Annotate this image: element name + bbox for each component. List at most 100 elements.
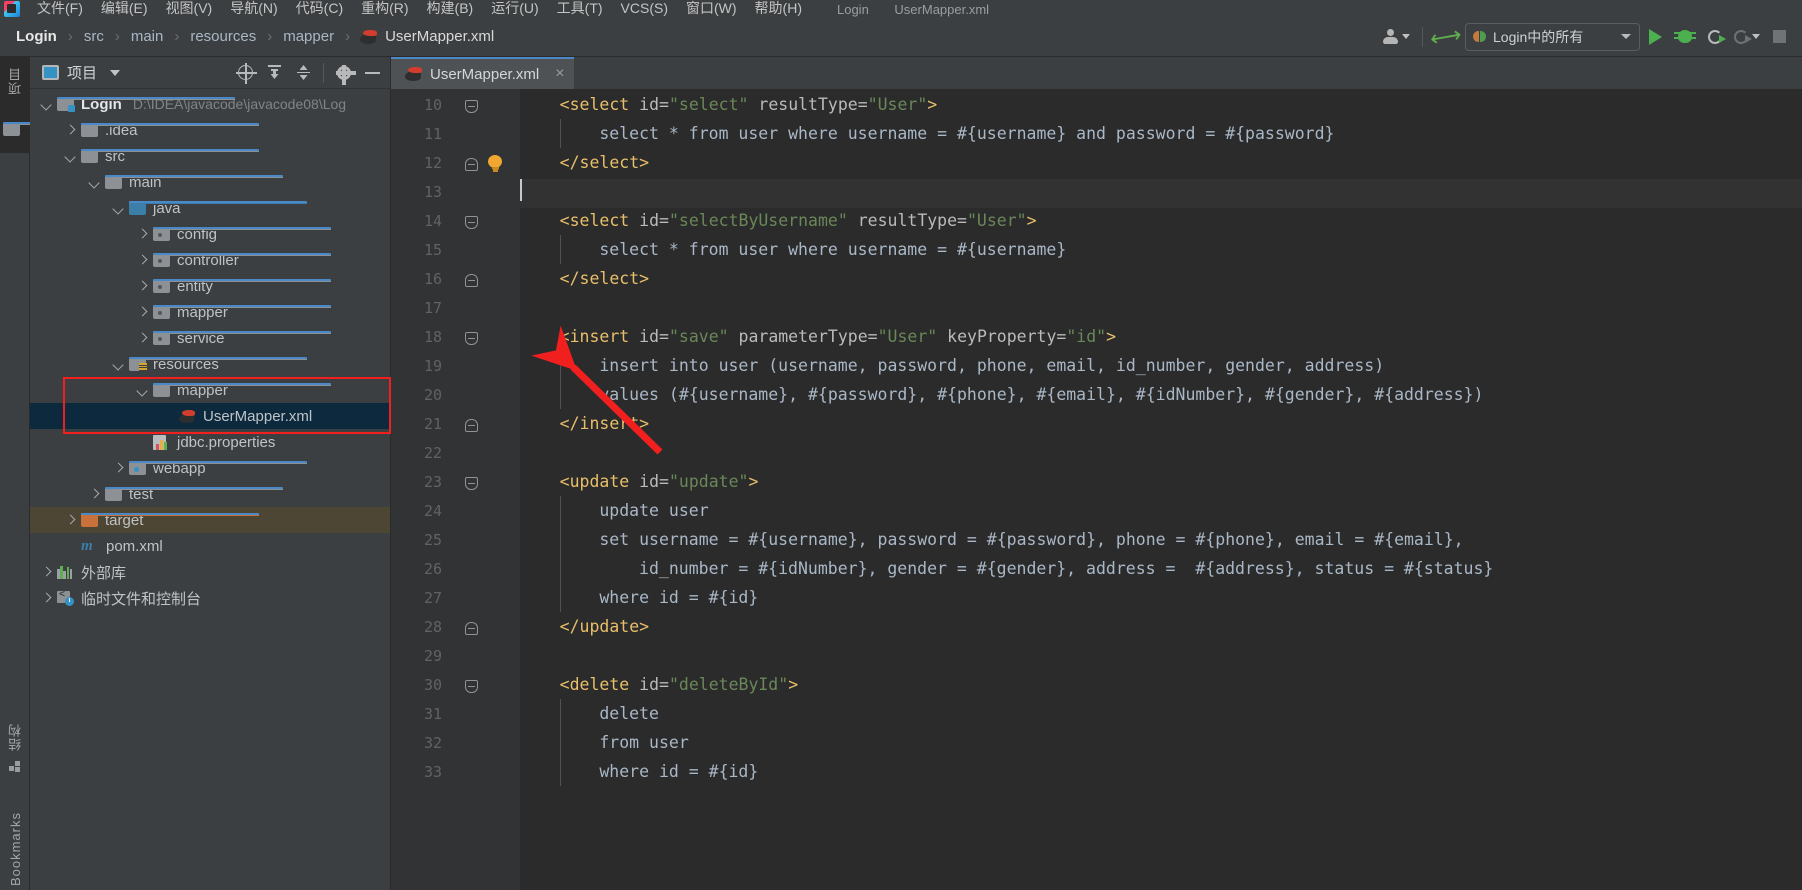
folder-icon xyxy=(105,487,283,501)
code-fold-bot-icon[interactable] xyxy=(465,419,478,432)
menu-item-11[interactable]: 帮助(H) xyxy=(746,0,811,17)
tree-node-pom-xml[interactable]: m pom.xml xyxy=(30,533,390,559)
tree-node-config[interactable]: config xyxy=(30,221,390,247)
chevron-down-icon[interactable] xyxy=(112,358,125,371)
tree-node-test[interactable]: test xyxy=(30,481,390,507)
tree-node-main[interactable]: main xyxy=(30,169,390,195)
code-fold-top-icon[interactable] xyxy=(465,477,478,490)
code-fold-top-icon[interactable] xyxy=(465,680,478,693)
tree-node-mapper[interactable]: mapper xyxy=(30,299,390,325)
sidebar-item-bookmarks[interactable]: Bookmarks xyxy=(0,812,30,886)
code-line: update user xyxy=(599,501,709,520)
breadcrumb-item-resources[interactable]: resources xyxy=(188,28,258,45)
tree-node-webapp[interactable]: webapp xyxy=(30,455,390,481)
build-project-button[interactable]: ⟷ xyxy=(1428,21,1463,52)
run-with-coverage-button[interactable] xyxy=(1700,22,1730,52)
chevron-right-icon[interactable] xyxy=(136,306,149,319)
editor-gutter[interactable]: 10 11 12 13 14 15 16 17 18 19 20 21 22 23 24 25 26 27 28 29… xyxy=(391,89,520,890)
menu-item-4[interactable]: 代码(C) xyxy=(287,0,352,17)
chevron-right-icon[interactable] xyxy=(136,228,149,241)
menu-item-7[interactable]: 运行(U) xyxy=(482,0,547,17)
chevron-right-icon[interactable] xyxy=(40,566,53,579)
project-tree[interactable]: Login D:\IDEA\javacode\javacode08\Log .ide… xyxy=(30,89,390,611)
breadcrumb-item-file[interactable]: UserMapper.xml xyxy=(385,28,494,45)
code-fold-top-icon[interactable] xyxy=(465,216,478,229)
breadcrumb-separator: › xyxy=(114,28,120,45)
menu-item-8[interactable]: 工具(T) xyxy=(548,0,612,17)
tree-node-jdbc-properties[interactable]: jdbc.properties xyxy=(30,429,390,455)
tree-node-login[interactable]: Login D:\IDEA\javacode\javacode08\Log xyxy=(30,91,390,117)
tree-node-java[interactable]: java xyxy=(30,195,390,221)
debug-button[interactable] xyxy=(1670,22,1700,52)
tree-node--[interactable]: 临时文件和控制台 xyxy=(30,585,390,611)
tree-node-usermapper-xml[interactable]: UserMapper.xml xyxy=(30,403,390,429)
menu-item-6[interactable]: 构建(B) xyxy=(418,0,483,17)
editor-code[interactable]: <select id="select" resultType="User"> se… xyxy=(520,89,1802,890)
sidebar-item-structure[interactable]: 结构 xyxy=(6,723,25,754)
code-line: from user xyxy=(599,733,689,752)
chevron-right-icon[interactable] xyxy=(136,332,149,345)
expand-all-button[interactable] xyxy=(261,60,288,86)
line-number: 11 xyxy=(423,125,442,143)
chevron-down-icon[interactable] xyxy=(110,69,121,76)
chevron-down-icon[interactable] xyxy=(88,176,101,189)
menu-item-5[interactable]: 重构(R) xyxy=(352,0,417,17)
menu-item-1[interactable]: 编辑(E) xyxy=(92,0,157,17)
chevron-right-icon[interactable] xyxy=(136,254,149,267)
menu-item-9[interactable]: VCS(S) xyxy=(612,0,677,17)
chevron-right-icon[interactable] xyxy=(40,592,53,605)
chevron-right-icon[interactable] xyxy=(88,488,101,501)
breadcrumb-item-mapper[interactable]: mapper xyxy=(281,28,336,45)
code-editor[interactable]: 10 11 12 13 14 15 16 17 18 19 20 21 22 23 24 25 26 27 28 29… xyxy=(391,89,1802,890)
code-fold-bot-icon[interactable] xyxy=(465,274,478,287)
tree-node-service[interactable]: service xyxy=(30,325,390,351)
run-configuration-selector[interactable]: Login中的所有 xyxy=(1465,22,1640,51)
hide-panel-button[interactable] xyxy=(359,60,386,86)
project-icon xyxy=(42,65,59,80)
chevron-right-icon[interactable] xyxy=(136,280,149,293)
select-opened-file-button[interactable] xyxy=(232,60,259,86)
navigation-bar: Login › src › main › resources › mapper … xyxy=(0,17,1802,57)
breadcrumb-item-src[interactable]: src xyxy=(82,28,106,45)
menu-item-0[interactable]: 文件(F) xyxy=(28,0,92,17)
code-fold-top-icon[interactable] xyxy=(465,100,478,113)
menu-item-10[interactable]: 窗口(W) xyxy=(677,0,746,17)
sidebar-item-files[interactable] xyxy=(0,113,181,145)
chevron-down-icon[interactable] xyxy=(64,150,77,163)
tree-node-entity[interactable]: entity xyxy=(30,273,390,299)
chevron-down-icon[interactable] xyxy=(136,384,149,397)
line-number: 29 xyxy=(423,647,442,665)
chevron-down-icon[interactable] xyxy=(112,202,125,215)
breadcrumb-item-main[interactable]: main xyxy=(129,28,166,45)
tab-usermapper-xml[interactable]: UserMapper.xml × xyxy=(391,57,574,89)
breadcrumb-root[interactable]: Login xyxy=(14,28,59,45)
line-number: 19 xyxy=(423,357,442,375)
stop-button[interactable] xyxy=(1764,22,1794,52)
chevron-right-icon[interactable] xyxy=(64,124,77,137)
profiler-button[interactable] xyxy=(1730,22,1764,52)
profile-button[interactable] xyxy=(1379,22,1414,52)
intention-bulb-icon[interactable] xyxy=(488,155,502,173)
tree-node--[interactable]: 外部库 xyxy=(30,559,390,585)
project-tool-label: 项目 xyxy=(7,67,23,95)
tree-node-label: jdbc.properties xyxy=(177,433,276,451)
project-settings-button[interactable] xyxy=(330,60,357,86)
code-fold-bot-icon[interactable] xyxy=(465,622,478,635)
chevron-right-icon[interactable] xyxy=(64,514,77,527)
code-fold-top-icon[interactable] xyxy=(465,332,478,345)
code-fold-bot-icon[interactable] xyxy=(465,158,478,171)
tree-node-mapper[interactable]: mapper xyxy=(30,377,390,403)
tree-node-target[interactable]: target xyxy=(30,507,390,533)
tree-node--idea[interactable]: .idea xyxy=(30,117,390,143)
tree-node-src[interactable]: src xyxy=(30,143,390,169)
tree-node-resources[interactable]: resources xyxy=(30,351,390,377)
tree-node-controller[interactable]: controller xyxy=(30,247,390,273)
collapse-all-button[interactable] xyxy=(290,60,317,86)
sidebar-item-project[interactable]: 项目 xyxy=(0,65,30,97)
menu-item-2[interactable]: 视图(V) xyxy=(157,0,222,17)
chevron-right-icon[interactable] xyxy=(112,462,125,475)
close-icon[interactable]: × xyxy=(555,66,564,82)
chevron-down-icon[interactable] xyxy=(40,98,53,111)
menu-item-3[interactable]: 导航(N) xyxy=(221,0,286,17)
run-button[interactable] xyxy=(1640,22,1670,52)
